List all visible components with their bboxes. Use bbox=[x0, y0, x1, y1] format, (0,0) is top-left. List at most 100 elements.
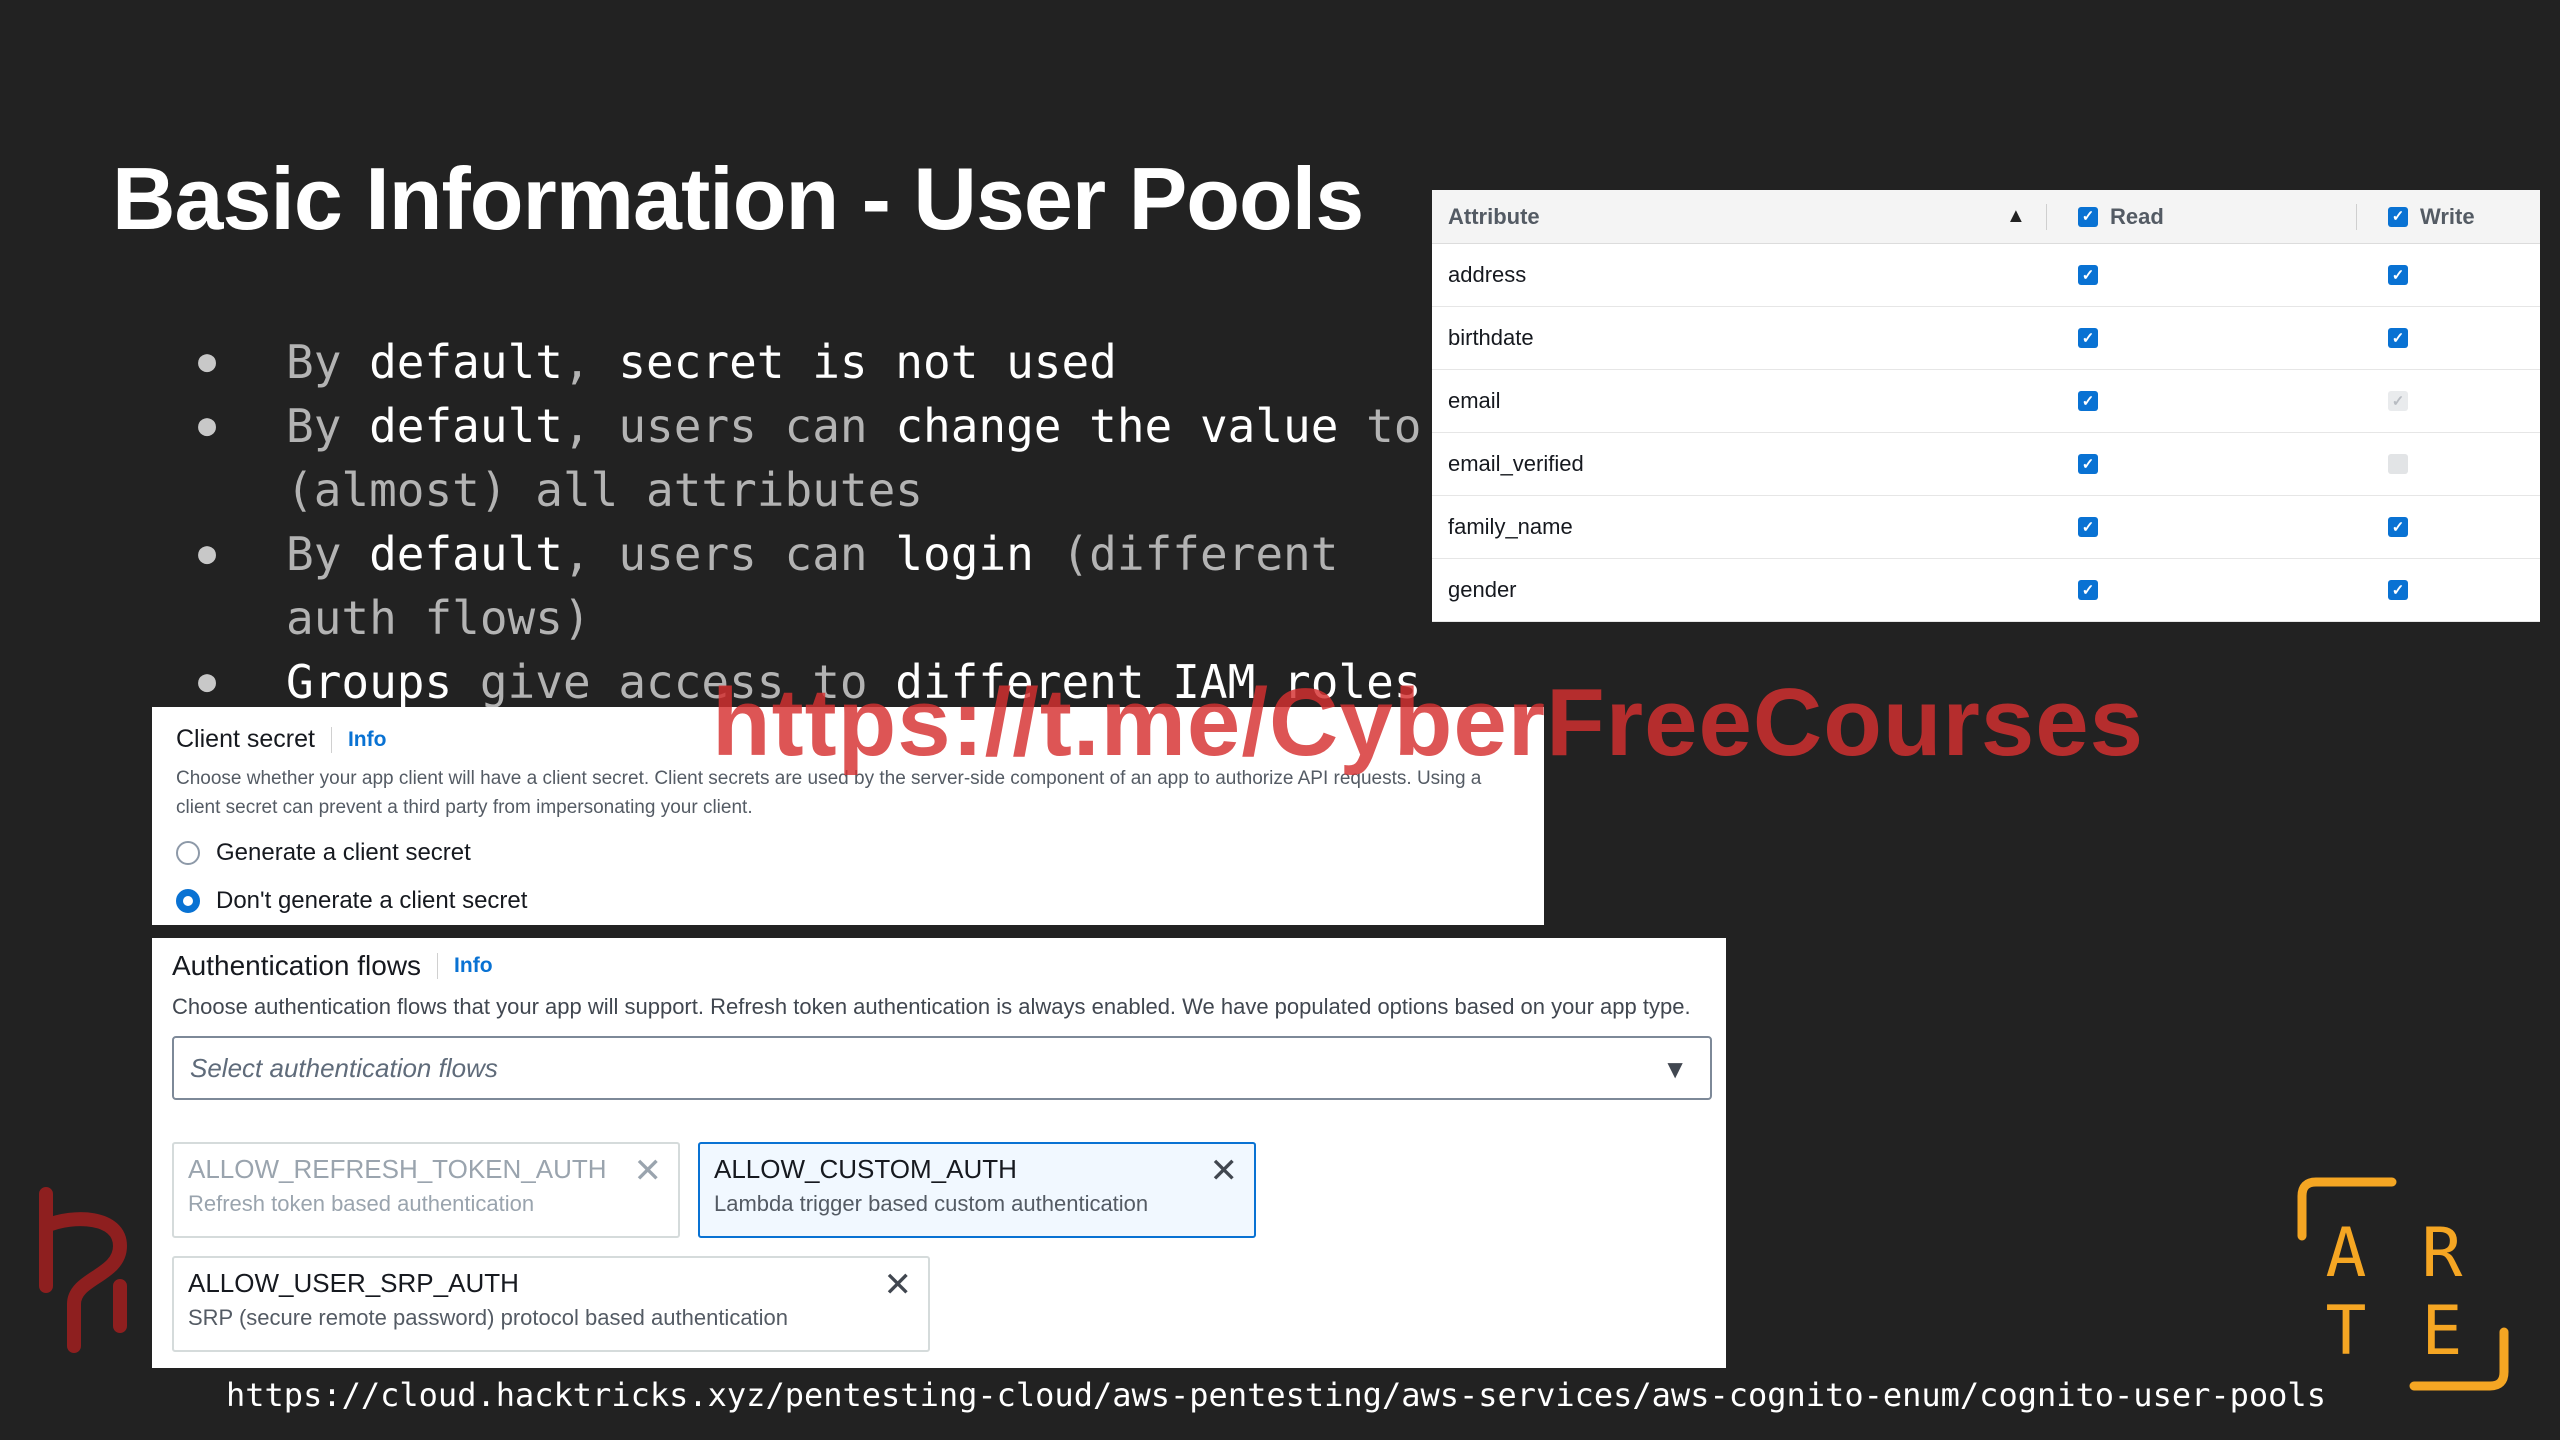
attribute-name: email bbox=[1448, 388, 1501, 413]
watermark-text: https://t.me/CyberFreeCourses bbox=[712, 669, 2145, 776]
token-name: ALLOW_REFRESH_TOKEN_AUTH bbox=[188, 1154, 607, 1184]
write-cell bbox=[2388, 454, 2408, 474]
table-row: gender ✓ ✓ bbox=[1432, 559, 2540, 622]
read-cell: ✓ bbox=[2078, 328, 2098, 348]
attribute-name: gender bbox=[1448, 577, 1517, 602]
write-cell: ✓ bbox=[2388, 391, 2408, 411]
bullet-text-segment: , bbox=[562, 335, 619, 389]
permission-checkbox[interactable]: ✓ bbox=[2388, 580, 2408, 600]
permission-checkbox[interactable]: ✓ bbox=[2078, 580, 2098, 600]
token-description: SRP (secure remote password) protocol ba… bbox=[188, 1305, 789, 1330]
header-write: ✓ Write bbox=[2388, 204, 2475, 230]
attribute-name: birthdate bbox=[1448, 325, 1534, 350]
remove-icon[interactable]: ✕ bbox=[1210, 1154, 1239, 1188]
attribute-permissions-table: Attribute ▲ ✓ Read ✓ Write address ✓ ✓ birt… bbox=[1432, 190, 2540, 622]
bullet-text-segment: secret is not used bbox=[618, 335, 1117, 389]
permission-checkbox bbox=[2388, 454, 2408, 474]
table-row: email ✓ ✓ bbox=[1432, 370, 2540, 433]
read-cell: ✓ bbox=[2078, 391, 2098, 411]
token-name: ALLOW_CUSTOM_AUTH bbox=[714, 1154, 1017, 1184]
table-body: address ✓ ✓ birthdate ✓ ✓ email ✓ ✓ email_verifie… bbox=[1432, 244, 2540, 622]
permission-checkbox: ✓ bbox=[2388, 391, 2408, 411]
radio-generate-secret[interactable]: Generate a client secret bbox=[176, 836, 1520, 870]
authentication-flows-panel: Authentication flows Info Choose authent… bbox=[152, 938, 1726, 1368]
permission-checkbox[interactable]: ✓ bbox=[2078, 517, 2098, 537]
sort-ascending-icon[interactable]: ▲ bbox=[2006, 205, 2026, 228]
bullet-text-segment: default bbox=[369, 335, 563, 389]
caret-down-icon[interactable]: ▼ bbox=[1662, 1054, 1688, 1085]
bullet-text-segment: change the value bbox=[895, 399, 1339, 453]
arte-letter-r: R bbox=[2422, 1214, 2463, 1293]
bullet-text-segment: default bbox=[369, 399, 563, 453]
bullet-list: By default, secret is not usedBy default… bbox=[190, 330, 1450, 714]
bullet-text-segment: By bbox=[286, 527, 370, 581]
bullet-text-segment: , users can bbox=[562, 527, 896, 581]
permission-checkbox[interactable]: ✓ bbox=[2078, 328, 2098, 348]
bullet-text-segment: Groups bbox=[286, 655, 453, 709]
write-cell: ✓ bbox=[2388, 580, 2408, 600]
table-row: family_name ✓ ✓ bbox=[1432, 496, 2540, 559]
auth-flows-header: Authentication flows Info bbox=[172, 950, 1706, 982]
auth-flows-title: Authentication flows bbox=[172, 950, 422, 981]
header-attribute[interactable]: Attribute bbox=[1448, 204, 1540, 230]
auth-flows-info-link[interactable]: Info bbox=[454, 954, 492, 978]
permission-checkbox[interactable]: ✓ bbox=[2388, 517, 2408, 537]
token-description: Refresh token based authentication bbox=[188, 1191, 535, 1216]
bullet-item: By default, users can change the value t… bbox=[190, 394, 1450, 522]
bullet-text-segment: login bbox=[895, 527, 1034, 581]
permission-checkbox[interactable]: ✓ bbox=[2388, 328, 2408, 348]
radio-label: Generate a client secret bbox=[216, 839, 471, 866]
radio-circle[interactable] bbox=[176, 841, 200, 865]
arte-logo: A R T E bbox=[2297, 1177, 2509, 1391]
read-cell: ✓ bbox=[2078, 265, 2098, 285]
attribute-name: email_verified bbox=[1448, 451, 1584, 476]
permission-checkbox[interactable]: ✓ bbox=[2078, 265, 2098, 285]
auth-flows-select[interactable]: Select authentication flows ▼ bbox=[172, 1036, 1712, 1100]
read-cell: ✓ bbox=[2078, 454, 2098, 474]
permission-checkbox[interactable]: ✓ bbox=[2388, 265, 2408, 285]
footer-url: https://cloud.hacktricks.xyz/pentesting-… bbox=[226, 1376, 2326, 1414]
header-write-label: Write bbox=[2420, 203, 2475, 229]
hacktricks-logo bbox=[39, 1187, 128, 1353]
client-secret-info-link[interactable]: Info bbox=[348, 728, 386, 752]
token-allow-user-srp-auth: ALLOW_USER_SRP_AUTH SRP (secure remote p… bbox=[172, 1256, 930, 1352]
table-row: address ✓ ✓ bbox=[1432, 244, 2540, 307]
arte-letter-e: E bbox=[2422, 1292, 2463, 1371]
title-divider bbox=[330, 726, 332, 753]
permission-checkbox[interactable]: ✓ bbox=[2078, 391, 2098, 411]
remove-icon: ✕ bbox=[633, 1152, 663, 1190]
attribute-name: address bbox=[1448, 262, 1527, 287]
read-cell: ✓ bbox=[2078, 580, 2098, 600]
write-all-checkbox[interactable]: ✓ bbox=[2388, 206, 2408, 227]
radio-circle[interactable] bbox=[176, 889, 200, 913]
bullet-item: By default, secret is not used bbox=[190, 330, 1450, 394]
column-divider bbox=[2356, 204, 2357, 230]
arte-letter-t: T bbox=[2326, 1292, 2367, 1371]
token-allow-refresh-token-auth: ALLOW_REFRESH_TOKEN_AUTH Refresh token b… bbox=[172, 1142, 680, 1238]
column-divider bbox=[2046, 204, 2047, 230]
read-all-checkbox[interactable]: ✓ bbox=[2078, 206, 2098, 227]
token-name: ALLOW_USER_SRP_AUTH bbox=[188, 1268, 519, 1298]
table-row: birthdate ✓ ✓ bbox=[1432, 307, 2540, 370]
bullet-text-segment: default bbox=[369, 527, 563, 581]
radio-dont-generate-secret[interactable]: Don't generate a client secret bbox=[176, 884, 1520, 918]
table-row: email_verified ✓ bbox=[1432, 433, 2540, 496]
title-divider bbox=[437, 953, 439, 979]
remove-icon[interactable]: ✕ bbox=[884, 1268, 913, 1302]
bullet-text-segment: By bbox=[286, 335, 370, 389]
arte-letter-a: A bbox=[2326, 1214, 2367, 1293]
header-read: ✓ Read bbox=[2078, 204, 2164, 230]
client-secret-title: Client secret bbox=[176, 725, 315, 753]
select-placeholder: Select authentication flows bbox=[190, 1052, 498, 1083]
bullet-item: By default, users can login (different a… bbox=[190, 522, 1450, 650]
attribute-name: family_name bbox=[1448, 514, 1573, 539]
write-cell: ✓ bbox=[2388, 265, 2408, 285]
header-read-label: Read bbox=[2110, 203, 2164, 229]
slide-title: Basic Information - User Pools bbox=[112, 149, 1364, 248]
read-cell: ✓ bbox=[2078, 517, 2098, 537]
write-cell: ✓ bbox=[2388, 328, 2408, 348]
bullet-text-segment: , users can bbox=[562, 399, 896, 453]
token-allow-custom-auth: ALLOW_CUSTOM_AUTH Lambda trigger based c… bbox=[698, 1142, 1256, 1238]
permission-checkbox[interactable]: ✓ bbox=[2078, 454, 2098, 474]
auth-flows-description: Choose authentication flows that your ap… bbox=[172, 994, 1691, 1019]
